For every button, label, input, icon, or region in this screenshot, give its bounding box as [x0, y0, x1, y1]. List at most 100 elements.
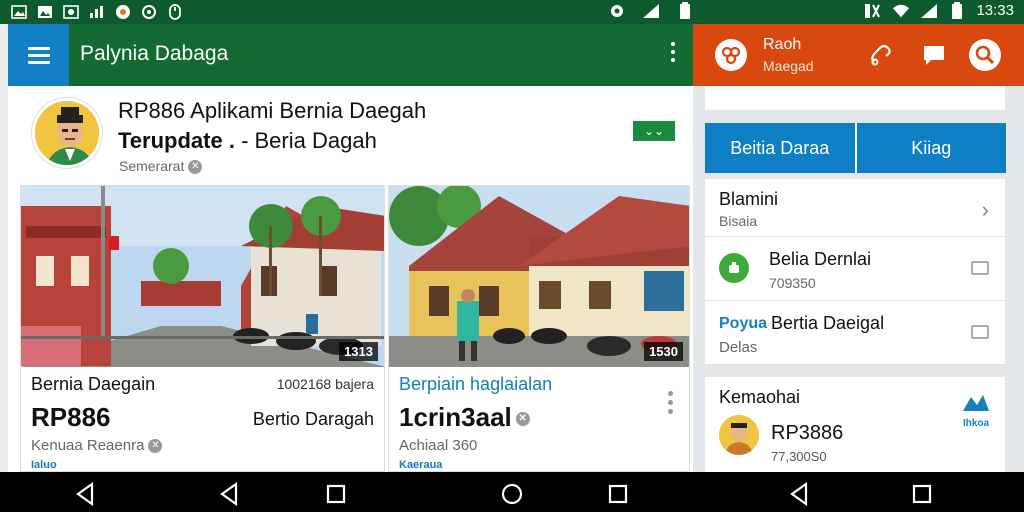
listing-name: Bernia Daegain: [31, 374, 156, 394]
dot: [671, 42, 675, 46]
image-count-badge: 1530: [644, 342, 683, 361]
card-overflow-button[interactable]: [668, 391, 673, 414]
listing-footer: Kaeraua: [399, 459, 443, 471]
home-icon[interactable]: [501, 483, 523, 505]
cell-signal-icon: [642, 2, 660, 19]
mouse-icon: [166, 3, 184, 20]
cell-signal-icon-2: [920, 2, 938, 19]
feature-card-heading: Kemaohai: [719, 387, 801, 407]
right-panel-top-strip: [705, 86, 1005, 110]
signal-bars-icon: [88, 3, 106, 20]
list-item-subtitle: 709350: [769, 275, 816, 291]
dot: [671, 50, 675, 54]
right-app-bar: Raoh Maegad: [693, 24, 1024, 86]
nav-icons: [76, 481, 932, 507]
right-panel: Beitia Daraa Kiiag Blamini Bisaia › Beli…: [693, 86, 1024, 472]
chevron-right-icon: ›: [981, 197, 989, 222]
recents-icon-2[interactable]: [608, 484, 628, 504]
list-item-subtitle: Delas: [719, 339, 758, 356]
app-bar: Palynia Dabaga: [8, 24, 693, 86]
recents-icon-3[interactable]: [912, 484, 932, 504]
app-logo-icon[interactable]: [715, 39, 747, 71]
listing-image-houses[interactable]: 1530: [389, 186, 689, 367]
list-item[interactable]: Blamini Bisaia ›: [705, 179, 1005, 237]
post-title-rest: - Beria Dagah: [234, 128, 377, 153]
listing-image-street[interactable]: 1313: [21, 186, 384, 367]
right-header-title: Raoh: [763, 36, 802, 53]
hamburger-menu-button[interactable]: [8, 24, 69, 86]
expand-chip-icon[interactable]: ⌄⌄: [633, 121, 675, 141]
dot: [671, 58, 675, 62]
right-header-subtitle: Maegad: [763, 58, 814, 74]
chrome-icon: [114, 3, 132, 20]
list-item-prefix: Poyua: [719, 315, 768, 332]
battery-icon: [676, 1, 694, 19]
battery-icon-2: [948, 1, 966, 19]
feature-card-avatar: [719, 415, 759, 455]
chat-icon[interactable]: [918, 39, 950, 71]
list-item-title: Belia Dernlai: [769, 249, 872, 269]
recycle-icon: [140, 3, 158, 20]
search-icon[interactable]: [969, 39, 1001, 71]
back-icon-2[interactable]: [220, 481, 238, 507]
listing-name: Berpiain haglaialan: [399, 374, 553, 394]
feature-card-price: RP3886: [771, 422, 844, 444]
back-icon-3[interactable]: [790, 481, 808, 507]
post-title-bold: Terupdate .: [118, 128, 235, 153]
tab-2[interactable]: Kiiag: [856, 123, 1006, 173]
list-item[interactable]: Poyua Bertia Daeigal Delas: [705, 301, 1005, 365]
close-badge-icon[interactable]: ✕: [148, 439, 163, 454]
gallery-icon: [36, 3, 54, 20]
dot: [668, 400, 673, 405]
post-title-line-1[interactable]: RP886 Aplikami Bernia Daegah: [118, 98, 426, 124]
link-icon[interactable]: [865, 39, 897, 71]
menu-line: [27, 53, 50, 57]
feature-card-logo: Ihkoa: [961, 393, 991, 429]
listing-card-1[interactable]: 1313 Bernia Daegain 1002168 bajera RP886…: [20, 185, 385, 472]
author-avatar[interactable]: [32, 98, 102, 168]
checkbox-square-icon[interactable]: [971, 325, 989, 339]
list-item-subtitle: Bisaia: [719, 213, 758, 229]
post-meta: Semerarat ✕: [119, 158, 203, 175]
feature-card-logo-text: Ihkoa: [962, 418, 990, 429]
listing-price: 1crin3aal ✕: [399, 402, 530, 433]
overflow-menu-button[interactable]: [671, 42, 675, 62]
dot: [668, 409, 673, 414]
status-bar-notifications: [10, 3, 184, 20]
system-nav-bar: [0, 472, 1024, 512]
wifi-icon: [892, 2, 910, 19]
post-title-line-2[interactable]: Terupdate . - Beria Dagah: [118, 128, 377, 154]
image-icon-2: [62, 3, 80, 20]
settings-icon: [608, 2, 626, 19]
recents-icon[interactable]: [326, 484, 346, 504]
listing-seller[interactable]: Bertio Daragah: [253, 409, 374, 430]
right-list: Blamini Bisaia › Belia Dernlai 709350 Po…: [705, 179, 1005, 365]
dot: [668, 391, 673, 396]
screen: 13:33 Palynia Dabaga Raoh Maegad RP886 A…: [0, 0, 1024, 512]
list-item-title: Bertia Daeigal: [771, 313, 885, 333]
listing-location: Achiaal 360: [399, 437, 478, 454]
image-icon: [10, 3, 28, 20]
image-count-badge: 1313: [339, 342, 378, 361]
listing-location: Kenuaa Reaenra ✕: [31, 437, 163, 454]
app-round-icon: [719, 253, 749, 283]
listing-footer: Ialuo: [31, 459, 57, 471]
status-bar-right: 13:33: [864, 1, 1014, 19]
app-title: Palynia Dabaga: [80, 42, 229, 65]
close-badge-icon[interactable]: ✕: [515, 412, 530, 427]
data-transfer-icon: [864, 2, 882, 19]
listing-price-text: 1crin3aal: [399, 402, 512, 432]
back-icon[interactable]: [76, 481, 94, 507]
listing-card-2[interactable]: 1530 Berpiain haglaialan 1crin3aal ✕ Achi…: [388, 185, 690, 472]
menu-line: [27, 60, 50, 64]
listing-side-text: 1002168 bajera: [276, 376, 374, 392]
listing-location-text: Kenuaa Reaenra: [31, 437, 145, 454]
post-meta-text: Semerarat: [119, 158, 185, 174]
close-badge-icon[interactable]: ✕: [188, 160, 203, 175]
checkbox-square-icon[interactable]: [971, 261, 989, 275]
listing-price: RP886: [31, 402, 111, 432]
tab-1[interactable]: Beitia Daraa: [705, 123, 857, 173]
right-feature-card[interactable]: Kemaohai Ihkoa RP3886 77,300S0: [705, 377, 1005, 472]
list-item[interactable]: Belia Dernlai 709350: [705, 237, 1005, 301]
status-bar-center-icons: [608, 1, 694, 19]
